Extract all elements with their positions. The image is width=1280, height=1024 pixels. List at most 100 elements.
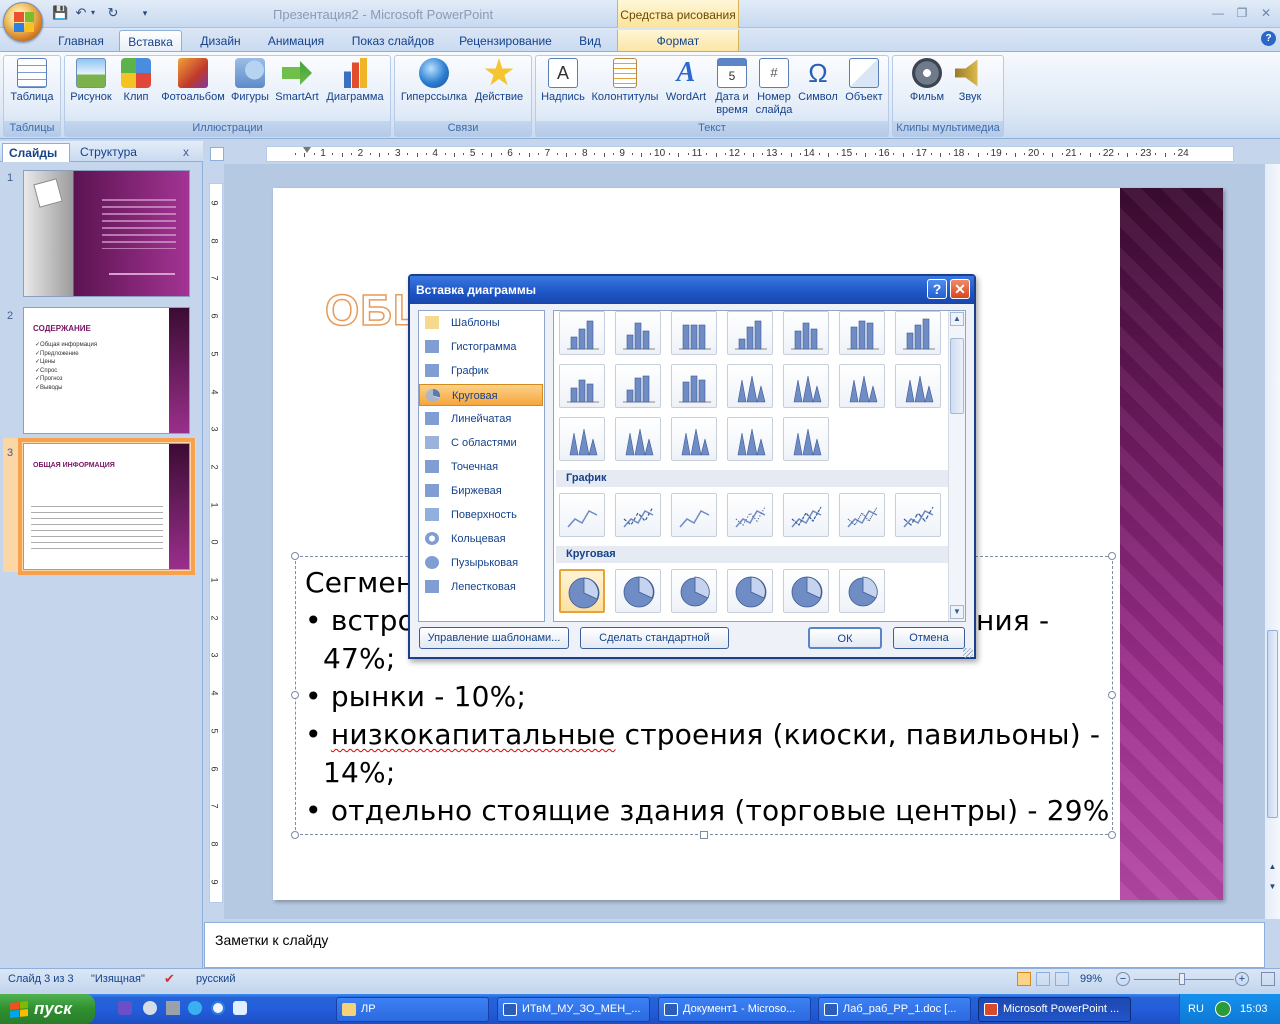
next-slide-icon[interactable]: ▼ [1267,882,1278,891]
chart-gallery-item[interactable] [559,364,605,408]
pie-chart-item[interactable] [783,569,829,613]
taskbar-item[interactable]: Лаб_раб_PP_1.doc [... [818,997,971,1022]
help-icon[interactable]: ? [1261,31,1276,46]
chart-category-item[interactable]: Круговая [419,384,543,406]
chart-gallery-item[interactable] [615,311,661,355]
save-icon[interactable]: 💾 [52,5,68,21]
line-chart-item[interactable] [783,493,829,537]
zoom-slider-thumb[interactable] [1179,973,1185,985]
line-chart-item[interactable] [559,493,605,537]
chart-gallery-item[interactable] [839,364,885,408]
pie-chart-item[interactable] [839,569,885,613]
close-icon[interactable]: ✕ [1256,4,1276,22]
chart-gallery-item[interactable] [671,364,717,408]
office-button[interactable] [3,2,43,42]
wordart-button[interactable]: A WordArt [662,58,710,104]
line-chart-item[interactable] [615,493,661,537]
language-indicator[interactable]: RU [1188,1003,1204,1015]
resize-handle[interactable] [1108,831,1116,839]
dialog-close-icon[interactable]: ✕ [950,279,970,299]
chart-category-item[interactable]: Линейчатая [419,408,543,430]
chart-gallery-item[interactable] [895,311,941,355]
slide-thumbnail-3[interactable]: ОБЩАЯ ИНФОРМАЦИЯ [18,438,195,575]
scroll-down-icon[interactable]: ▼ [950,605,964,619]
line-chart-item[interactable] [671,493,717,537]
slideshow-view-icon[interactable] [1055,972,1069,986]
slide-thumbnail-1[interactable] [23,170,190,297]
chart-category-item[interactable]: График [419,360,543,382]
taskbar-item[interactable]: Документ1 - Microso... [658,997,811,1022]
slide-number-button[interactable]: # Номер слайда [754,58,794,117]
dialog-help-icon[interactable]: ? [927,279,947,299]
resize-handle[interactable] [1108,552,1116,560]
undo-icon[interactable]: ↶ [73,5,89,21]
symbol-button[interactable]: Ω Символ [796,58,840,104]
cancel-button[interactable]: Отмена [893,627,965,649]
fit-slide-icon[interactable] [1261,972,1275,986]
undo-dropdown-icon[interactable]: ▾ [89,5,97,21]
smartart-button[interactable]: SmartArt [273,58,321,104]
qat-customize-icon[interactable]: ▾ [137,5,153,21]
chart-category-item[interactable]: Кольцевая [419,528,543,550]
resize-grip-icon[interactable] [963,648,973,658]
line-chart-item[interactable] [727,493,773,537]
manage-templates-button[interactable]: Управление шаблонами... [419,627,569,649]
set-default-button[interactable]: Сделать стандартной [580,627,729,649]
theme-name[interactable]: "Изящная" [91,973,145,985]
header-footer-button[interactable]: Колонтитулы [590,58,660,104]
chart-gallery-item[interactable] [615,417,661,461]
normal-view-icon[interactable] [1017,972,1031,986]
zoom-level[interactable]: 99% [1080,973,1102,985]
minimize-icon[interactable]: — [1208,4,1228,22]
tab-selector[interactable] [210,147,224,161]
chart-category-item[interactable]: Биржевая [419,480,543,502]
start-button[interactable]: пуск [0,994,95,1024]
chart-gallery-item[interactable] [783,364,829,408]
ie-icon[interactable] [188,1001,202,1015]
resize-handle[interactable] [700,831,708,839]
redo-icon[interactable]: ↻ [105,5,121,21]
action-button[interactable]: Действие [472,58,526,104]
tab-format[interactable]: Формат [617,30,739,52]
taskbar-item[interactable]: ИТвМ_МУ_ЗО_МЕН_... [497,997,650,1022]
language[interactable]: русский [196,973,235,985]
tab-slides[interactable]: Слайды [2,143,70,162]
resize-handle[interactable] [291,552,299,560]
tab-animation[interactable]: Анимация [262,30,330,52]
spelling-icon[interactable]: ✔ [164,971,175,987]
chart-gallery-item[interactable] [783,417,829,461]
chart-category-item[interactable]: Точечная [419,456,543,478]
line-chart-item[interactable] [895,493,941,537]
chart-gallery-item[interactable] [839,311,885,355]
chart-category-item[interactable]: Пузырьковая [419,552,543,574]
chart-gallery-item[interactable] [783,311,829,355]
picture-button[interactable]: Рисунок [67,58,115,104]
sound-button[interactable]: Звук [953,58,987,104]
zoom-in-icon[interactable]: + [1235,972,1249,986]
chart-gallery-item[interactable] [727,311,773,355]
tab-design[interactable]: Дизайн [193,30,248,52]
photo-album-button[interactable]: Фотоальбом [157,58,229,104]
movie-button[interactable]: Фильм [903,58,951,104]
scroll-thumb[interactable] [950,338,964,414]
clip-button[interactable]: Клип [117,58,155,104]
chart-gallery-item[interactable] [671,417,717,461]
table-button[interactable]: Таблица [6,58,58,104]
chart-category-item[interactable]: Лепестковая [419,576,543,598]
taskbar-item-active[interactable]: Microsoft PowerPoint ... [978,997,1131,1022]
chart-gallery-item[interactable] [559,311,605,355]
chart-gallery-item[interactable] [559,417,605,461]
chart-button[interactable]: Диаграмма [322,58,388,104]
resize-handle[interactable] [291,831,299,839]
pie-chart-item[interactable] [559,569,605,613]
hyperlink-button[interactable]: Гиперссылка [398,58,470,104]
tab-review[interactable]: Рецензирование [453,30,558,52]
quicklaunch-icon[interactable] [118,1001,132,1015]
scroll-up-icon[interactable]: ▲ [950,312,964,326]
chart-gallery-item[interactable] [671,311,717,355]
quicklaunch-icon[interactable] [233,1001,247,1015]
object-button[interactable]: Объект [841,58,887,104]
shapes-button[interactable]: Фигуры [229,58,271,104]
chart-category-item[interactable]: Поверхность [419,504,543,526]
vertical-ruler[interactable]: 9 8 7 6 5 4 3 2 1 0 1 2 3 4 5 6 7 8 9 [209,183,223,903]
